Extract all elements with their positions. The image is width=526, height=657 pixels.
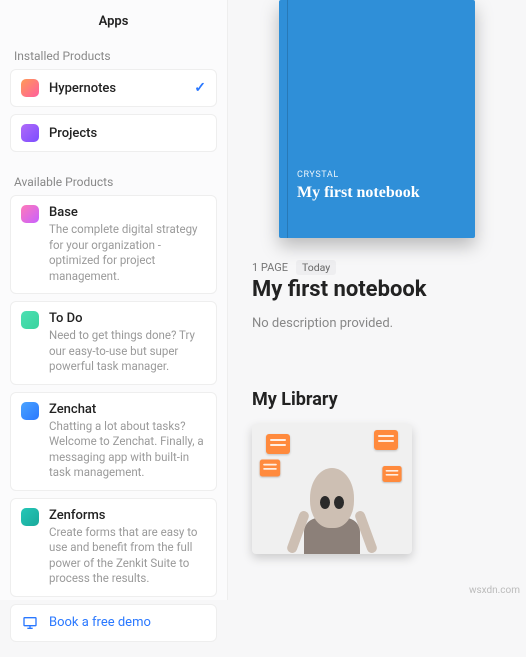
product-name: Zenchat xyxy=(49,402,206,417)
product-description: Need to get things done? Try our easy-to… xyxy=(49,328,206,375)
product-name: Base xyxy=(49,205,206,220)
installed-products-label: Installed Products xyxy=(0,41,227,69)
available-item-zenchat[interactable]: Zenchat Chatting a lot about tasks? Welc… xyxy=(10,392,217,491)
monitor-icon xyxy=(21,614,39,632)
installed-item-hypernotes[interactable]: Hypernotes ✓ xyxy=(10,69,217,107)
product-name: Projects xyxy=(49,126,206,141)
note-icon xyxy=(266,434,290,454)
notebook-cover[interactable]: CRYSTAL My first notebook xyxy=(279,0,475,238)
book-demo-link[interactable]: Book a free demo xyxy=(10,604,217,642)
base-icon xyxy=(21,205,39,223)
projects-icon xyxy=(21,124,39,142)
library-heading: My Library xyxy=(252,389,502,410)
cover-author: CRYSTAL xyxy=(297,170,457,180)
library-item-thumbnail[interactable] xyxy=(252,424,412,554)
available-products-label: Available Products xyxy=(0,167,227,195)
product-description: Create forms that are easy to use and be… xyxy=(49,525,206,587)
watermark: wsxdn.com xyxy=(469,585,520,596)
product-name: Hypernotes xyxy=(49,81,184,96)
hypernotes-icon xyxy=(21,79,39,97)
available-item-zenforms[interactable]: Zenforms Create forms that are easy to u… xyxy=(10,498,217,597)
notebook-title[interactable]: My first notebook xyxy=(252,277,502,302)
available-item-todo[interactable]: To Do Need to get things done? Try our e… xyxy=(10,301,217,385)
apps-sidebar: Apps Installed Products Hypernotes ✓ Pro… xyxy=(0,0,228,600)
installed-item-projects[interactable]: Projects xyxy=(10,114,217,152)
check-icon: ✓ xyxy=(194,80,206,96)
available-item-base[interactable]: Base The complete digital strategy for y… xyxy=(10,195,217,294)
cover-title: My first notebook xyxy=(297,184,457,202)
demo-label: Book a free demo xyxy=(49,615,151,630)
product-name: To Do xyxy=(49,311,206,326)
date-badge: Today xyxy=(296,260,336,275)
available-products-list: Base The complete digital strategy for y… xyxy=(0,195,227,657)
product-name: Zenforms xyxy=(49,508,206,523)
page-count: 1 PAGE xyxy=(252,261,288,274)
product-description: The complete digital strategy for your o… xyxy=(49,222,206,284)
zenchat-icon xyxy=(21,402,39,420)
main-panel: CRYSTAL My first notebook 1 PAGE Today M… xyxy=(228,0,526,600)
note-icon xyxy=(382,466,401,482)
note-icon xyxy=(374,430,398,450)
notebook-description[interactable]: No description provided. xyxy=(252,316,502,331)
notebook-meta: 1 PAGE Today xyxy=(252,260,502,275)
sidebar-title: Apps xyxy=(0,0,227,41)
alien-illustration xyxy=(297,460,367,554)
note-icon xyxy=(260,460,280,477)
product-description: Chatting a lot about tasks? Welcome to Z… xyxy=(49,419,206,481)
todo-icon xyxy=(21,311,39,329)
installed-products-list: Hypernotes ✓ Projects xyxy=(0,69,227,167)
zenforms-icon xyxy=(21,508,39,526)
